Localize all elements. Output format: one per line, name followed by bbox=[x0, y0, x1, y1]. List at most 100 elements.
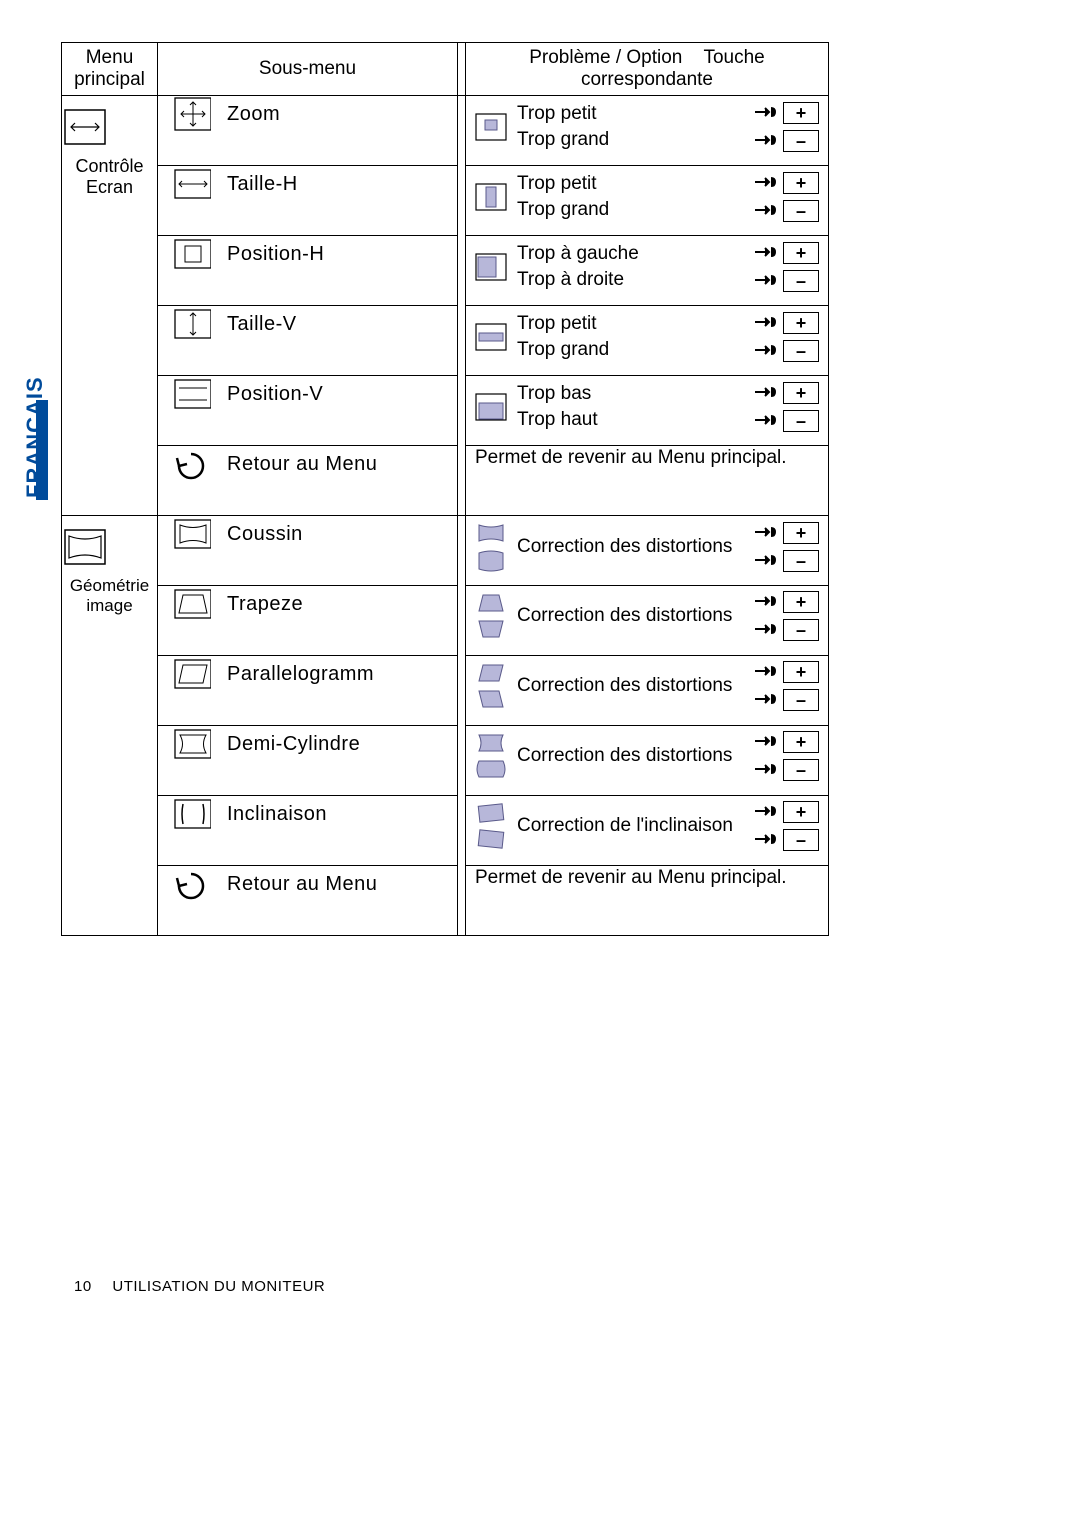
header-main: Menu principal bbox=[62, 43, 158, 96]
zoom-icon bbox=[171, 97, 211, 131]
minus-key: – bbox=[783, 410, 819, 432]
language-tab-label: FRANCAIS bbox=[22, 376, 48, 498]
problem-text: Trop grand bbox=[517, 127, 743, 153]
position-v-icon bbox=[171, 377, 211, 411]
problem-cell: Trop bas Trop haut + – bbox=[466, 376, 829, 446]
problem-cell: Trop petit Trop grand + – bbox=[466, 306, 829, 376]
main-menu-cell-1: Contrôle Ecran bbox=[62, 96, 158, 516]
table-row: Retour au Menu Permet de revenir au Menu… bbox=[62, 446, 829, 516]
hand-icon bbox=[753, 593, 777, 611]
plus-key: + bbox=[783, 102, 819, 124]
separator-cell bbox=[458, 96, 466, 516]
minus-key: – bbox=[783, 270, 819, 292]
submenu-cell: Retour au Menu bbox=[158, 866, 458, 936]
submenu-cell: Position-H bbox=[158, 236, 458, 306]
hand-icon bbox=[753, 803, 777, 821]
minus-key: – bbox=[783, 200, 819, 222]
menu-table: Menu principal Sous-menu Problème / Opti… bbox=[61, 42, 829, 936]
minus-key: – bbox=[783, 130, 819, 152]
submenu-label: Inclinaison bbox=[227, 803, 327, 826]
problem-desc: Correction des distortions bbox=[517, 603, 743, 629]
parallelogramm-problem-icons bbox=[475, 662, 507, 710]
table-row: Inclinaison Correction de l'inclinaison … bbox=[62, 796, 829, 866]
return-icon bbox=[171, 447, 211, 481]
hand-icon bbox=[753, 244, 777, 262]
submenu-label: Parallelogramm bbox=[227, 663, 374, 686]
controle-ecran-icon bbox=[63, 108, 156, 146]
problem-desc: Correction des distortions bbox=[517, 534, 743, 560]
taille-h-icon bbox=[171, 167, 211, 201]
hand-icon bbox=[753, 174, 777, 192]
submenu-label: Position-V bbox=[227, 383, 323, 406]
table-row: Position-V Trop bas Trop haut + – bbox=[62, 376, 829, 446]
table-row: Trapeze Correction des distortions + – bbox=[62, 586, 829, 656]
problem-cell: Correction des distortions + – bbox=[466, 656, 829, 726]
header-separator bbox=[458, 43, 466, 96]
plus-key: + bbox=[783, 731, 819, 753]
submenu-cell: Taille-V bbox=[158, 306, 458, 376]
submenu-label: Trapeze bbox=[227, 593, 303, 616]
page-footer: 10 UTILISATION DU MONITEUR bbox=[74, 1278, 325, 1295]
position-h-problem-icons bbox=[475, 253, 507, 281]
submenu-label: Zoom bbox=[227, 103, 280, 126]
minus-key: – bbox=[783, 550, 819, 572]
submenu-label: Demi-Cylindre bbox=[227, 733, 360, 756]
main-menu-label-2: Géométrie image bbox=[63, 576, 156, 616]
table-row: Contrôle Ecran Zoom Trop petit bbox=[62, 96, 829, 166]
geometrie-image-icon bbox=[63, 528, 156, 566]
submenu-label: Coussin bbox=[227, 523, 303, 546]
hand-icon bbox=[753, 733, 777, 751]
problem-text: Trop grand bbox=[517, 197, 743, 223]
problem-desc: Correction des distortions bbox=[517, 673, 743, 699]
inclinaison-problem-icons bbox=[475, 802, 507, 850]
hand-icon bbox=[753, 384, 777, 402]
return-icon bbox=[171, 867, 211, 901]
plus-key: + bbox=[783, 591, 819, 613]
hand-icon bbox=[753, 663, 777, 681]
submenu-label: Taille-H bbox=[227, 173, 298, 196]
submenu-cell: Demi-Cylindre bbox=[158, 726, 458, 796]
taille-v-icon bbox=[171, 307, 211, 341]
position-v-problem-icons bbox=[475, 393, 507, 421]
problem-cell: Correction des distortions + – bbox=[466, 516, 829, 586]
hand-icon bbox=[753, 412, 777, 430]
main-menu-cell-2: Géométrie image bbox=[62, 516, 158, 936]
main-menu-label-1: Contrôle Ecran bbox=[63, 156, 156, 198]
problem-cell: Correction des distortions + – bbox=[466, 586, 829, 656]
problem-cell: Trop à gauche Trop à droite + – bbox=[466, 236, 829, 306]
table-row: Demi-Cylindre Correction des distortions… bbox=[62, 726, 829, 796]
taille-v-problem-icons bbox=[475, 323, 507, 351]
plus-key: + bbox=[783, 382, 819, 404]
trapeze-icon bbox=[171, 587, 211, 621]
submenu-label: Retour au Menu bbox=[227, 453, 377, 476]
table-row: Géométrie image Coussin Correction bbox=[62, 516, 829, 586]
problem-cell: Permet de revenir au Menu principal. bbox=[466, 866, 829, 936]
problem-desc: Permet de revenir au Menu principal. bbox=[475, 447, 787, 469]
hand-icon bbox=[753, 272, 777, 290]
problem-text: Trop haut bbox=[517, 407, 743, 433]
plus-key: + bbox=[783, 172, 819, 194]
table-row: Retour au Menu Permet de revenir au Menu… bbox=[62, 866, 829, 936]
trapeze-problem-icons bbox=[475, 592, 507, 640]
problem-desc: Permet de revenir au Menu principal. bbox=[475, 867, 787, 889]
submenu-cell: Position-V bbox=[158, 376, 458, 446]
zoom-problem-icons bbox=[475, 113, 507, 141]
submenu-cell: Taille-H bbox=[158, 166, 458, 236]
inclinaison-icon bbox=[171, 797, 211, 831]
taille-h-problem-icons bbox=[475, 183, 507, 211]
hand-icon bbox=[753, 691, 777, 709]
submenu-cell: Zoom bbox=[158, 96, 458, 166]
coussin-icon bbox=[171, 517, 211, 551]
hand-icon bbox=[753, 761, 777, 779]
position-h-icon bbox=[171, 237, 211, 271]
hand-icon bbox=[753, 552, 777, 570]
problem-cell: Trop petit Trop grand + – bbox=[466, 166, 829, 236]
minus-key: – bbox=[783, 829, 819, 851]
separator-cell bbox=[458, 516, 466, 936]
problem-cell: Correction de l'inclinaison + – bbox=[466, 796, 829, 866]
table-row: Taille-V Trop petit Trop grand + – bbox=[62, 306, 829, 376]
hand-icon bbox=[753, 132, 777, 150]
plus-key: + bbox=[783, 801, 819, 823]
hand-icon bbox=[753, 342, 777, 360]
plus-key: + bbox=[783, 661, 819, 683]
